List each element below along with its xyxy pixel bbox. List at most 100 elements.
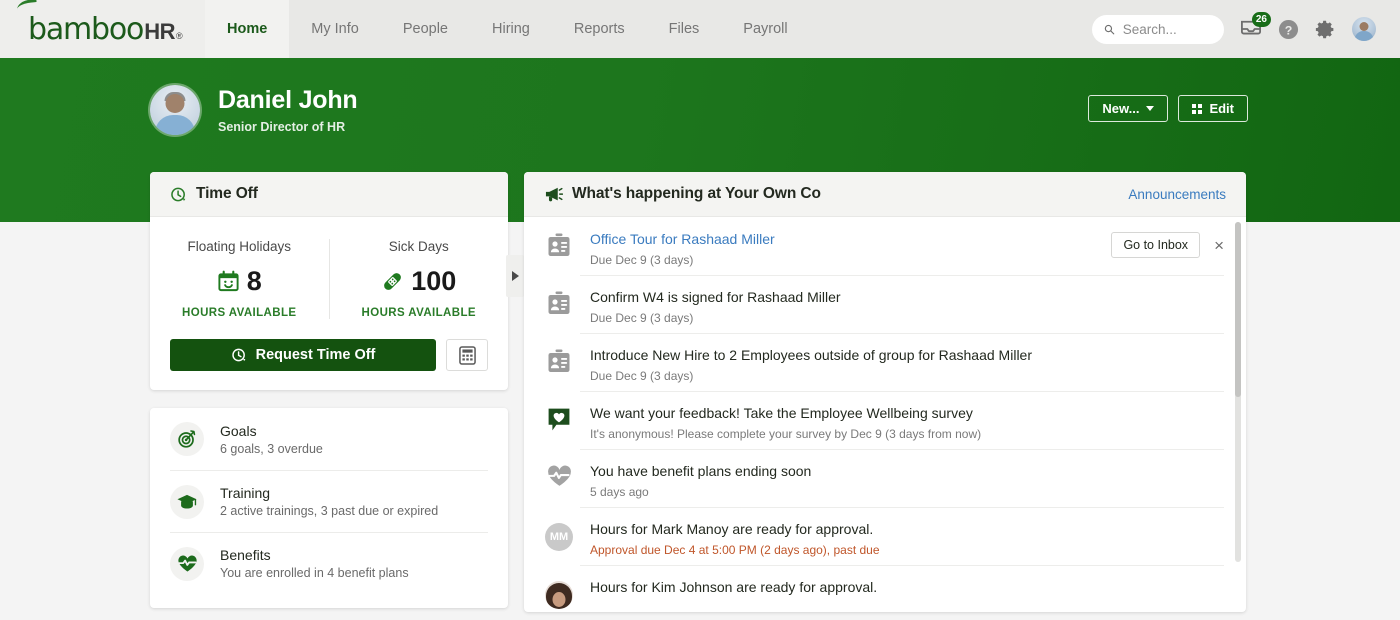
feed-item-title: Hours for Kim Johnson are ready for appr…	[590, 579, 878, 595]
gear-icon	[1315, 20, 1334, 38]
chevron-down-icon	[1146, 106, 1155, 111]
bamboohr-logo[interactable]: bamboo HR ®	[0, 0, 205, 58]
time-off-next-arrow[interactable]	[506, 255, 524, 297]
request-time-off-button[interactable]: Request Time Off	[170, 339, 436, 371]
balance-value: 8	[246, 266, 262, 296]
balance-label: Sick Days	[388, 239, 449, 254]
logo-suffix: HR	[144, 18, 175, 44]
heart-pulse-icon	[170, 546, 204, 581]
survey-heart-bubble-icon	[544, 405, 574, 433]
quick-link-subtitle: You are enrolled in 4 benefit plans	[220, 566, 409, 580]
time-off-actions: Request Time Off	[150, 329, 508, 371]
tab-my-info-label: My Info	[311, 21, 359, 37]
tab-people-label: People	[402, 21, 448, 37]
nav-right-actions: 26 ?	[1092, 0, 1400, 58]
search-box[interactable]	[1092, 14, 1224, 44]
profile-job-title: Senior Director of HR	[218, 120, 346, 134]
new-button[interactable]: New...	[1088, 95, 1169, 122]
tab-payroll-label: Payroll	[743, 21, 788, 37]
svg-text:?: ?	[1285, 23, 1293, 37]
announcements-link[interactable]: Announcements	[1128, 187, 1226, 202]
logo-registered-mark: ®	[175, 30, 183, 41]
help-icon: ?	[1278, 19, 1299, 39]
time-off-balances: Floating Holidays 8 HOURS AVAILABLE Sick…	[150, 217, 524, 329]
tab-payroll[interactable]: Payroll	[721, 0, 809, 58]
calendar-smile-icon	[218, 270, 239, 292]
feed-item-title: We want your feedback! Take the Employee…	[590, 405, 973, 421]
chevron-right-icon	[511, 271, 519, 281]
search-input[interactable]	[1122, 21, 1212, 37]
balance-value: 100	[411, 266, 457, 296]
quick-link-training[interactable]: Training 2 active trainings, 3 past due …	[170, 470, 488, 532]
tab-files[interactable]: Files	[647, 0, 722, 58]
settings-button[interactable]	[1315, 19, 1336, 40]
edit-button[interactable]: Edit	[1178, 95, 1248, 122]
quick-link-title: Training	[220, 485, 271, 501]
feed-item-subtitle: Due Dec 9 (3 days)	[590, 252, 694, 267]
bamboo-leaf-icon	[16, 0, 38, 13]
time-off-card-header: Time Off	[150, 172, 508, 217]
go-to-inbox-button[interactable]: Go to Inbox	[1111, 232, 1201, 258]
tab-home[interactable]: Home	[205, 0, 290, 58]
feed-item[interactable]: Confirm W4 is signed for Rashaad Miller …	[524, 275, 1246, 333]
feed-item-title[interactable]: Office Tour for Rashaad Miller	[590, 231, 1095, 249]
time-off-calculator-button[interactable]	[446, 339, 488, 371]
balance-sick-days: Sick Days 100 HOURS AVAILABLE	[328, 239, 509, 319]
dismiss-icon[interactable]: ×	[1214, 237, 1224, 254]
feed-scrollbar[interactable]	[1235, 222, 1241, 562]
quick-link-benefits[interactable]: Benefits You are enrolled in 4 benefit p…	[170, 532, 488, 594]
id-badge-icon	[544, 347, 574, 374]
inbox-button[interactable]: 26	[1240, 12, 1271, 39]
quick-links-card: Goals 6 goals, 3 overdue Training 2 acti…	[150, 408, 508, 608]
quick-link-subtitle: 6 goals, 3 overdue	[220, 441, 323, 456]
feed-item-subtitle: It's anonymous! Please complete your sur…	[590, 426, 982, 441]
grid-icon	[1192, 103, 1203, 114]
feed-item[interactable]: MM Hours for Mark Manoy are ready for ap…	[524, 507, 1246, 565]
help-button[interactable]: ?	[1278, 19, 1299, 40]
tab-files-label: Files	[668, 21, 700, 37]
feed-item[interactable]: We want your feedback! Take the Employee…	[524, 391, 1246, 449]
quick-link-goals[interactable]: Goals 6 goals, 3 overdue	[170, 408, 488, 470]
inbox-badge-count: 26	[1251, 12, 1271, 27]
new-button-label: New...	[1102, 101, 1140, 116]
photo-avatar	[544, 579, 574, 609]
balance-unit: HOURS AVAILABLE	[182, 307, 297, 319]
tab-my-info[interactable]: My Info	[289, 0, 381, 58]
feed-item[interactable]: Hours for Kim Johnson are ready for appr…	[524, 565, 1246, 612]
feed-scrollbar-thumb[interactable]	[1235, 222, 1241, 397]
feed-item[interactable]: Office Tour for Rashaad Miller Due Dec 9…	[524, 217, 1246, 275]
balance-floating-holidays: Floating Holidays 8 HOURS AVAILABLE	[150, 239, 329, 319]
heart-pulse-gray-icon	[544, 463, 574, 488]
id-badge-icon	[544, 289, 574, 316]
feed-item-title: Confirm W4 is signed for Rashaad Miller	[590, 289, 841, 305]
feed-card-title: What's happening at Your Own Co	[572, 185, 821, 202]
feed-item-subtitle: 5 days ago	[590, 484, 649, 499]
feed-item-subtitle-overdue: Approval due Dec 4 at 5:00 PM (2 days ag…	[590, 542, 880, 557]
time-off-card: Time Off Floating Holidays 8 HOURS AVAIL…	[150, 172, 524, 390]
user-avatar[interactable]	[1352, 17, 1376, 41]
feed-item-title: Hours for Mark Manoy are ready for appro…	[590, 521, 874, 537]
feed-item[interactable]: Introduce New Hire to 2 Employees outsid…	[524, 333, 1246, 391]
megaphone-icon	[545, 187, 563, 201]
profile-avatar[interactable]	[150, 85, 200, 135]
clock-arrow-icon	[171, 187, 186, 201]
logo-text: bamboo	[28, 11, 144, 47]
feed-item[interactable]: You have benefit plans ending soon 5 day…	[524, 449, 1246, 507]
tab-reports[interactable]: Reports	[552, 0, 647, 58]
tab-hiring[interactable]: Hiring	[470, 0, 552, 58]
feed-item-subtitle: Due Dec 9 (3 days)	[590, 310, 694, 325]
id-badge-icon	[544, 231, 574, 258]
clock-arrow-icon	[231, 348, 246, 362]
tab-people[interactable]: People	[381, 0, 470, 58]
tab-hiring-label: Hiring	[492, 21, 530, 37]
top-navigation-bar: bamboo HR ® Home My Info People Hiring R…	[0, 0, 1400, 58]
feed-card-header: What's happening at Your Own Co Announce…	[524, 172, 1246, 217]
feed-item-title: You have benefit plans ending soon	[590, 463, 812, 479]
avatar-initials: MM	[545, 523, 573, 551]
feed-item-title: Introduce New Hire to 2 Employees outsid…	[590, 347, 1032, 363]
graduation-cap-icon	[170, 484, 204, 519]
bamboohr-home-page: bamboo HR ® Home My Info People Hiring R…	[0, 0, 1400, 620]
target-goal-icon	[170, 422, 204, 456]
feed-list: Office Tour for Rashaad Miller Due Dec 9…	[524, 217, 1246, 612]
tab-reports-label: Reports	[573, 21, 625, 37]
